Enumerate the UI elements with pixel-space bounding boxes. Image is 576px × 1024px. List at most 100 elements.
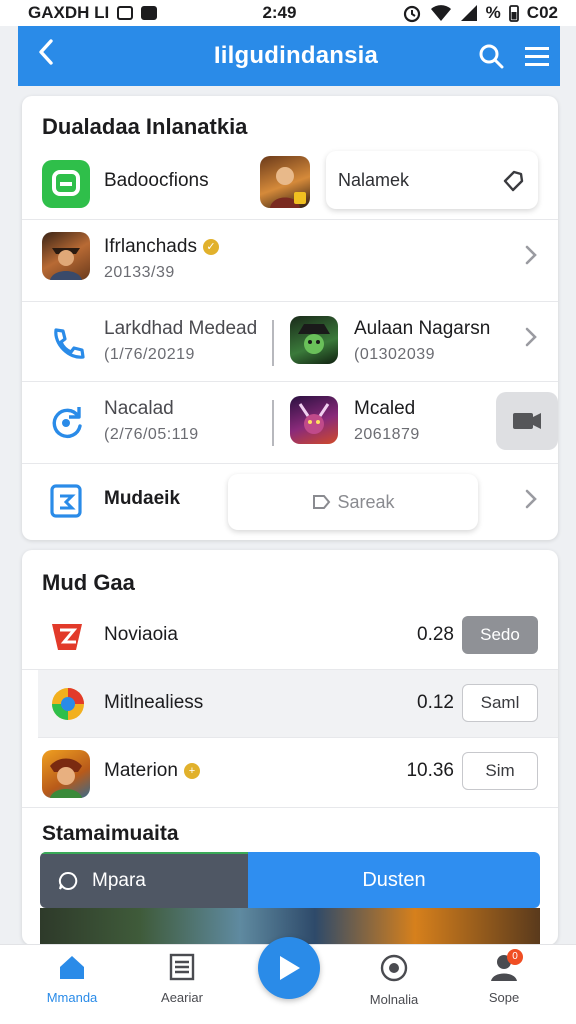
share-button[interactable] [496,392,558,450]
item-value: 0.12 [417,692,454,713]
list-item-title: Mudaeik [104,488,181,509]
action-pill-label: Nalamek [338,169,410,190]
brand-shield-icon [52,624,82,650]
sync-icon [52,407,82,439]
chevron-right-icon[interactable] [524,324,538,355]
item-value: 10.36 [406,760,454,781]
alarm-icon [403,5,420,23]
chevron-right-icon[interactable] [524,486,538,517]
nav-item-explore[interactable]: Molnalia [344,953,444,1007]
table-row[interactable]: Mitlnealiess 0.12 Saml [38,670,558,738]
share-icon [513,413,541,429]
action-pill[interactable]: Nalamek [326,151,538,209]
item-action-button[interactable]: Sim [462,752,538,790]
signal-icon [460,5,477,21]
chat-app-icon [42,160,90,208]
game-thumbnail-icon[interactable] [260,156,310,208]
battery-icon [508,5,519,22]
document-icon [169,953,195,981]
table-row[interactable]: Materion + 10.36 Sim [22,738,558,808]
list-item-title-secondary: Aulaan Nagarsn [354,318,491,339]
section-card-primary: Dualadaa Inlanatkia Badoocfions Nalamek … [22,96,558,540]
segmented-control: Mpara Dusten [40,852,540,908]
segment-right[interactable]: Dusten [248,852,540,908]
back-button[interactable] [18,38,74,74]
list-item[interactable]: Mudaeik Sareak [22,464,558,540]
game-thumbnail-icon[interactable] [290,316,338,364]
list-item[interactable]: Nacalad (2/76/05:119 Mcaled 2061879 [22,382,558,464]
nav-item-home[interactable]: Mmanda [22,953,122,1005]
chevron-right-icon[interactable] [524,242,538,273]
list-item-date: (2/76/05:119 [104,426,199,443]
tag-search-icon [313,495,331,509]
play-button[interactable] [258,937,320,999]
segment-right-label: Dusten [362,868,426,891]
list-item-date-secondary: 2061879 [354,426,420,443]
search-input[interactable]: Sareak [228,474,478,530]
segment-left-label: Mpara [92,870,146,891]
divider [272,320,274,366]
app-bar: Iilgudindansia [18,26,560,86]
item-name: Mitlnealiess [104,692,204,713]
nav-item-label: Aeariar [161,990,203,1005]
item-action-button[interactable]: Sedo [462,616,538,654]
shield-icon [50,484,82,518]
section-title: Dualadaa Inlanatkia [42,114,248,139]
battery-percent: % [485,3,501,22]
list-item-title: Larkdhad Medead [104,318,258,339]
subsection-title: Stamaimuaita [42,822,179,845]
status-time: 2:49 [262,3,297,22]
list-item-date: (1/76/20219 [104,346,195,363]
game-app-icon [42,750,90,798]
list-item[interactable]: Larkdhad Medead (1/76/20219 Aulaan Nagar… [22,302,558,382]
chevron-left-icon [39,39,53,65]
home-icon [60,956,84,979]
list-item-date-secondary: (01302039 [354,346,436,363]
game-app-icon [42,232,90,280]
phone-icon [54,328,85,359]
verified-badge-icon: + [183,763,200,779]
nav-item-label: Sope [488,990,520,1005]
list-item-title-secondary: Mcaled [354,398,416,419]
wifi-icon [430,5,451,21]
status-carrier-text: GAXDH LI [28,3,110,22]
search-button[interactable] [468,43,514,69]
nav-item-label: Molnalia [369,992,419,1007]
nav-item-label: Mmanda [46,990,98,1005]
menu-button[interactable] [514,44,560,68]
list-item-title: Ifrlanchads [104,236,197,257]
search-icon [479,44,504,69]
list-item-date: 20133/39 [104,264,175,281]
divider [272,400,274,446]
nav-item-list[interactable]: Aeariar [132,953,232,1005]
verified-badge-icon: ✓ [202,239,219,255]
tag-icon [503,170,524,192]
table-row[interactable]: Noviaoia 0.28 Sedo [22,602,558,670]
item-name: Noviaoia [104,624,178,645]
nav-item-profile[interactable]: 0 Sope [454,949,554,1005]
list-item[interactable]: Ifrlanchads ✓ 20133/39 [22,220,558,302]
item-name: Materion [104,760,178,781]
play-icon [280,956,300,980]
page-title: Iilgudindansia [213,42,379,69]
status-bar: GAXDH LI 2:49 % C02 [0,0,576,26]
list-item-title: Nacalad [104,398,174,419]
item-value: 0.28 [417,624,454,645]
bottom-navigation: Mmanda Aeariar Molnalia 0 Sope [0,937,576,1024]
section-title: Mud Gaa [42,570,135,595]
list-item-title: Badoocfions [104,170,209,191]
list-item[interactable]: Badoocfions Nalamek [22,148,558,220]
message-icon [141,6,158,20]
chat-bubble-icon [58,871,78,890]
segment-left[interactable]: Mpara [40,852,248,908]
notification-badge: 0 [507,949,523,965]
game-thumbnail-icon[interactable] [290,396,338,444]
notification-icon [117,6,134,20]
search-placeholder: Sareak [337,491,395,512]
section-card-secondary: Mud Gaa Noviaoia 0.28 Sedo Mitlnealiess … [22,550,558,945]
colorful-app-icon [52,688,84,720]
item-action-button[interactable]: Saml [462,684,538,722]
menu-icon [525,47,549,66]
status-extra-text: C02 [526,3,558,22]
compass-icon [380,954,408,982]
